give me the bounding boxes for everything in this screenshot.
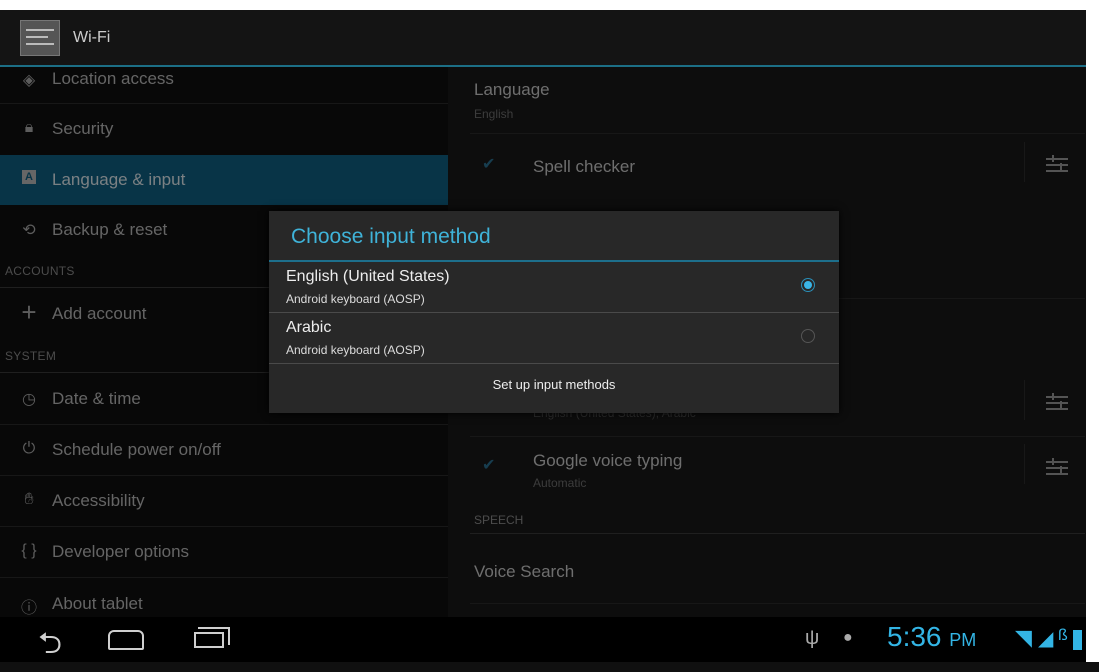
home-icon[interactable]: [108, 630, 144, 650]
choose-input-method-dialog: Choose input method English (United Stat…: [269, 211, 839, 413]
action-bar-title: Wi-Fi: [73, 29, 111, 46]
input-method-option-arabic[interactable]: Arabic Android keyboard (AOSP): [269, 313, 839, 363]
input-method-option-english[interactable]: English (United States) Android keyboard…: [269, 262, 839, 312]
debug-android-icon: ●: [843, 629, 853, 646]
settings-app-icon[interactable]: [20, 20, 60, 56]
right-margin: [1086, 10, 1099, 662]
system-navigation-bar: ⮌ ψ ● 5:36 PM ◥ ◢ ß: [0, 617, 1086, 662]
bluetooth-icon: ß: [1058, 627, 1068, 644]
clock-ampm: PM: [949, 630, 977, 650]
action-bar: Wi-Fi: [0, 10, 1086, 67]
top-margin: [0, 0, 1099, 10]
option-title: English (United States): [286, 268, 450, 285]
setup-input-methods-button[interactable]: Set up input methods: [269, 363, 839, 413]
option-title: Arabic: [286, 319, 332, 336]
option-subtitle: Android keyboard (AOSP): [286, 343, 425, 357]
usb-icon: ψ: [805, 627, 820, 649]
back-icon[interactable]: ⮌: [38, 621, 62, 672]
clock-time: 5:36: [887, 621, 942, 652]
radio-unselected-icon[interactable]: [801, 329, 815, 343]
status-clock: 5:36 PM: [887, 621, 976, 653]
wifi-icon: ◥: [1015, 625, 1032, 650]
radio-selected-icon[interactable]: [801, 278, 815, 292]
battery-icon: [1073, 630, 1082, 650]
signal-icon: ◢: [1038, 628, 1054, 650]
dialog-title: Choose input method: [291, 225, 491, 248]
recent-apps-icon[interactable]: [194, 627, 230, 649]
option-subtitle: Android keyboard (AOSP): [286, 292, 425, 306]
